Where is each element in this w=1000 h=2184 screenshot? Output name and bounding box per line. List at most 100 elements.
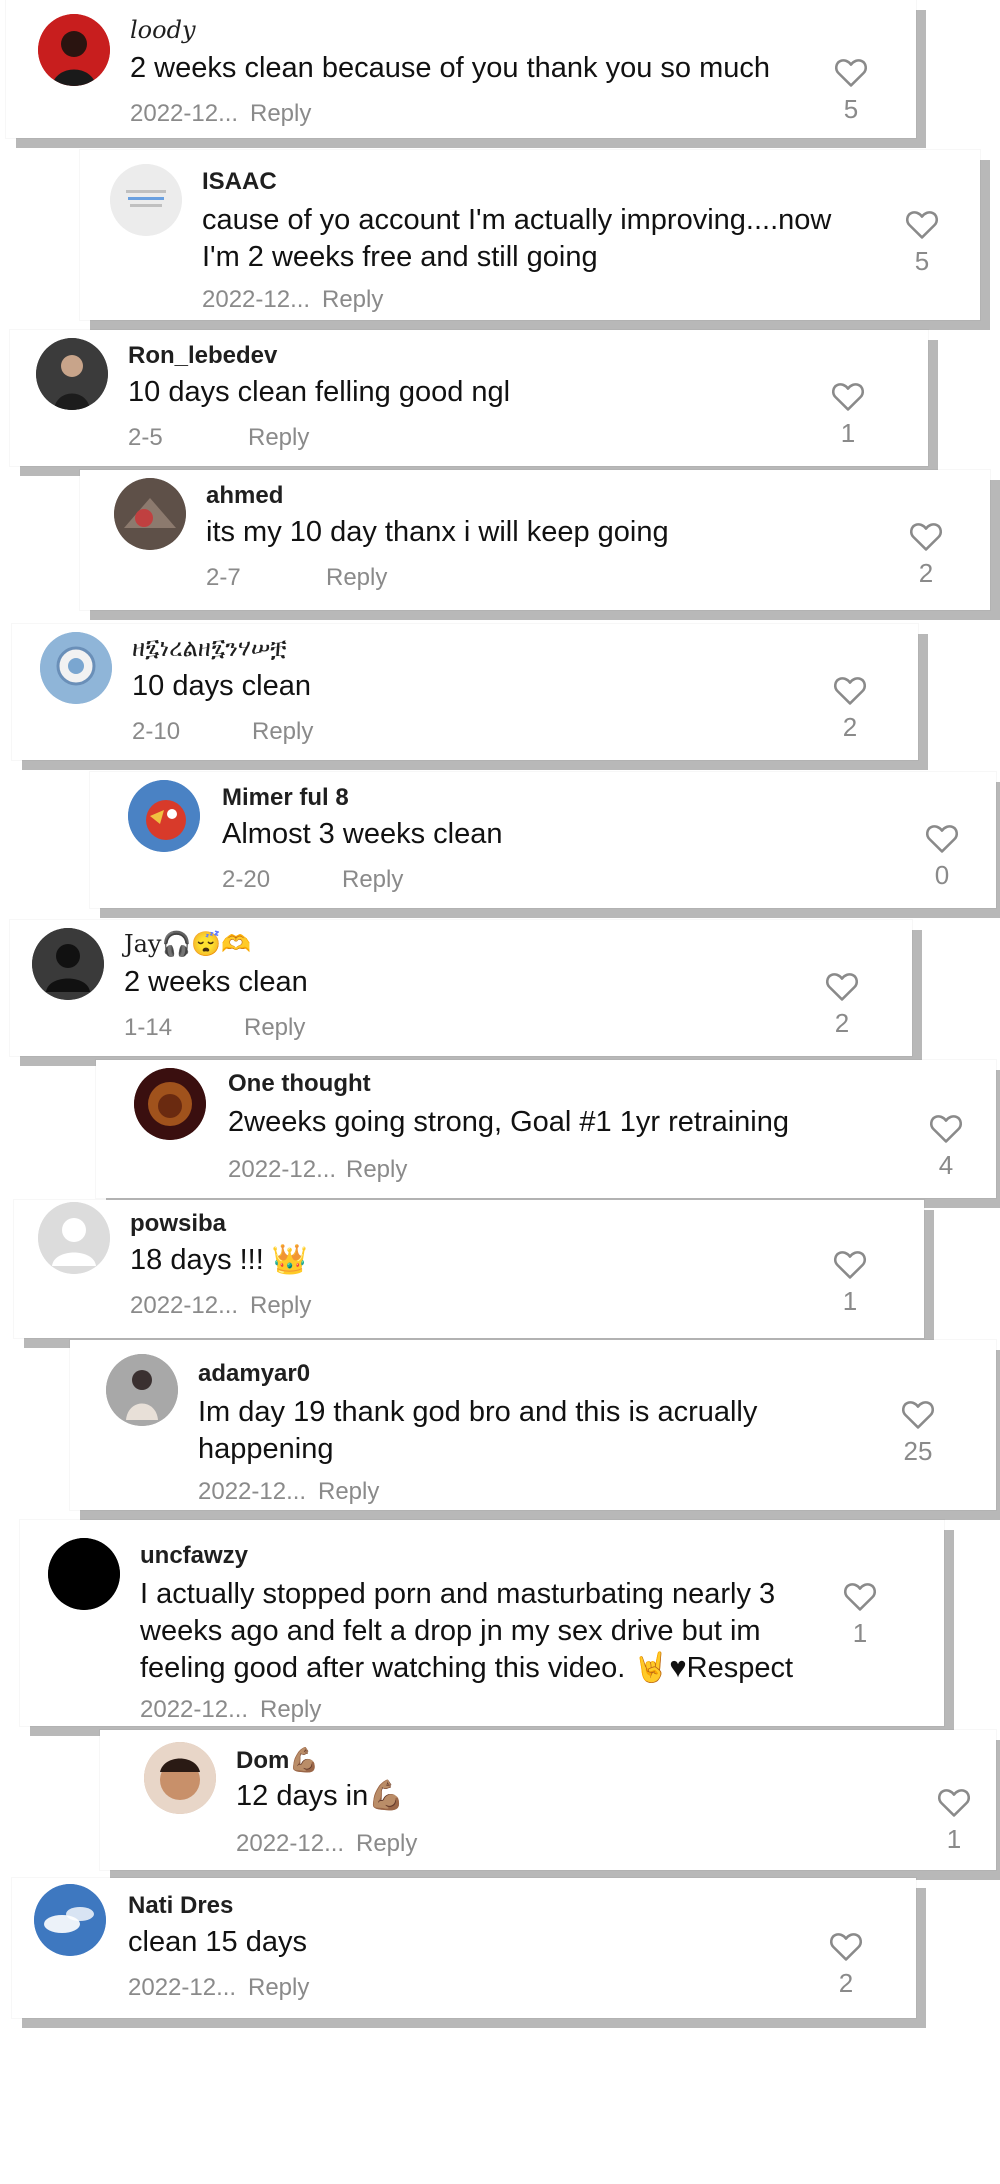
avatar[interactable]: [48, 1538, 120, 1610]
comment-username[interactable]: ISAAC: [202, 168, 277, 196]
comment-username[interactable]: loody: [130, 16, 196, 44]
like-count: 0: [934, 860, 950, 890]
reply-button[interactable]: Reply: [248, 1974, 309, 2002]
comment-text: 12 days in💪🏽: [236, 1780, 405, 1812]
avatar[interactable]: [38, 1202, 110, 1274]
comment-card: Jay🎧😴🫶 2 weeks clean 1-14 Reply 2: [10, 920, 912, 1056]
reply-button[interactable]: Reply: [250, 100, 311, 128]
comment-text: 2 weeks clean because of you thank you s…: [130, 52, 770, 84]
avatar[interactable]: [34, 1884, 106, 1956]
avatar[interactable]: [134, 1068, 206, 1140]
comment-date: 2-7: [206, 564, 241, 591]
comment-username[interactable]: One thought: [228, 1070, 371, 1098]
comment-username[interactable]: ዘ፯ነረልዘ፯ንሃሠቿ: [132, 634, 287, 662]
heart-outline-icon: [833, 1251, 867, 1279]
reply-button[interactable]: Reply: [252, 718, 313, 746]
comment-card: ISAAC cause of yo account I'm actually i…: [80, 150, 980, 320]
comment-date: 2-5: [128, 424, 163, 451]
like-button[interactable]: 2: [826, 1930, 866, 1999]
comment-card: powsiba 18 days !!! 👑 2022-12... Reply 1: [14, 1200, 924, 1338]
like-count: 2: [834, 1008, 850, 1038]
heart-outline-icon: [901, 1401, 935, 1429]
avatar[interactable]: [144, 1742, 216, 1814]
avatar[interactable]: [32, 928, 104, 1000]
reply-button[interactable]: Reply: [318, 1478, 379, 1506]
heart-outline-icon: [925, 825, 959, 853]
like-count: 1: [840, 418, 856, 448]
like-button[interactable]: 4: [926, 1112, 966, 1181]
reply-button[interactable]: Reply: [346, 1156, 407, 1184]
comment-date: 2022-12...: [228, 1156, 337, 1183]
heart-outline-icon: [905, 211, 939, 239]
like-button[interactable]: 1: [828, 380, 868, 449]
comment-username[interactable]: ahmed: [206, 482, 283, 510]
comment-text: clean 15 days: [128, 1926, 307, 1958]
like-count: 1: [852, 1618, 868, 1648]
comment-date: 2022-12...: [130, 1292, 239, 1319]
reply-button[interactable]: Reply: [244, 1014, 305, 1042]
comment-date: 2022-12...: [130, 100, 239, 127]
reply-button[interactable]: Reply: [248, 424, 309, 452]
like-count: 4: [938, 1150, 954, 1180]
comment-text: 10 days clean felling good ngl: [128, 376, 511, 408]
comment-username[interactable]: Mimer ful 8: [222, 784, 349, 812]
heart-outline-icon: [834, 59, 868, 87]
comment-date: 2022-12...: [140, 1696, 249, 1723]
comment-username[interactable]: Jay🎧😴🫶: [124, 930, 251, 958]
comment-username[interactable]: uncfawzy: [140, 1542, 248, 1570]
like-button[interactable]: 0: [922, 822, 962, 891]
heart-outline-icon: [929, 1115, 963, 1143]
like-count: 1: [946, 1824, 962, 1854]
comment-text: 18 days !!! 👑: [130, 1244, 308, 1276]
comment-date: 2022-12...: [128, 1974, 237, 2001]
avatar[interactable]: [128, 780, 200, 852]
avatar[interactable]: [110, 164, 182, 236]
reply-button[interactable]: Reply: [260, 1696, 321, 1724]
comment-card: loody 2 weeks clean because of you thank…: [6, 0, 916, 138]
reply-button[interactable]: Reply: [326, 564, 387, 592]
comment-username[interactable]: Ron_lebedev: [128, 342, 277, 370]
like-button[interactable]: 1: [830, 1248, 870, 1317]
heart-outline-icon: [843, 1583, 877, 1611]
like-button[interactable]: 2: [906, 520, 946, 589]
like-count: 2: [838, 1968, 854, 1998]
reply-button[interactable]: Reply: [250, 1292, 311, 1320]
like-button[interactable]: 25: [898, 1398, 938, 1467]
comment-text: I actually stopped porn and masturbating…: [140, 1578, 794, 1684]
like-count: 5: [843, 94, 859, 124]
reply-button[interactable]: Reply: [322, 286, 383, 314]
heart-outline-icon: [829, 1933, 863, 1961]
comment-text: cause of yo account I'm actually improvi…: [202, 204, 832, 273]
reply-button[interactable]: Reply: [356, 1830, 417, 1858]
comment-username[interactable]: Dom💪🏽: [236, 1746, 319, 1775]
comment-date: 2-20: [222, 866, 271, 893]
like-button[interactable]: 5: [831, 56, 871, 125]
heart-outline-icon: [937, 1789, 971, 1817]
like-button[interactable]: 1: [934, 1786, 974, 1855]
like-button[interactable]: 5: [902, 208, 942, 277]
comment-date: 2-10: [132, 718, 181, 745]
comment-date: 2022-12...: [202, 286, 311, 313]
heart-outline-icon: [833, 677, 867, 705]
comment-card: ahmed its my 10 day thanx i will keep go…: [80, 470, 990, 610]
comment-username[interactable]: powsiba: [130, 1210, 226, 1238]
heart-outline-icon: [825, 973, 859, 1001]
like-count: 2: [842, 712, 858, 742]
comment-username[interactable]: Nati Dres: [128, 1892, 233, 1920]
avatar[interactable]: [106, 1354, 178, 1426]
like-button[interactable]: 2: [822, 970, 862, 1039]
like-button[interactable]: 1: [840, 1580, 880, 1649]
comment-date: 1-14: [124, 1014, 173, 1041]
avatar[interactable]: [36, 338, 108, 410]
comment-username[interactable]: adamyar0: [198, 1360, 310, 1388]
avatar[interactable]: [114, 478, 186, 550]
avatar[interactable]: [40, 632, 112, 704]
comment-card: Ron_lebedev 10 days clean felling good n…: [10, 330, 928, 466]
avatar[interactable]: [38, 14, 110, 86]
comment-date: 2022-12...: [236, 1830, 345, 1857]
like-count: 5: [914, 246, 930, 276]
reply-button[interactable]: Reply: [342, 866, 403, 894]
comment-card: ዘ፯ነረልዘ፯ንሃሠቿ 10 days clean 2-10 Reply 2: [12, 624, 918, 760]
comment-card: adamyar0 Im day 19 thank god bro and thi…: [70, 1340, 996, 1510]
like-button[interactable]: 2: [830, 674, 870, 743]
